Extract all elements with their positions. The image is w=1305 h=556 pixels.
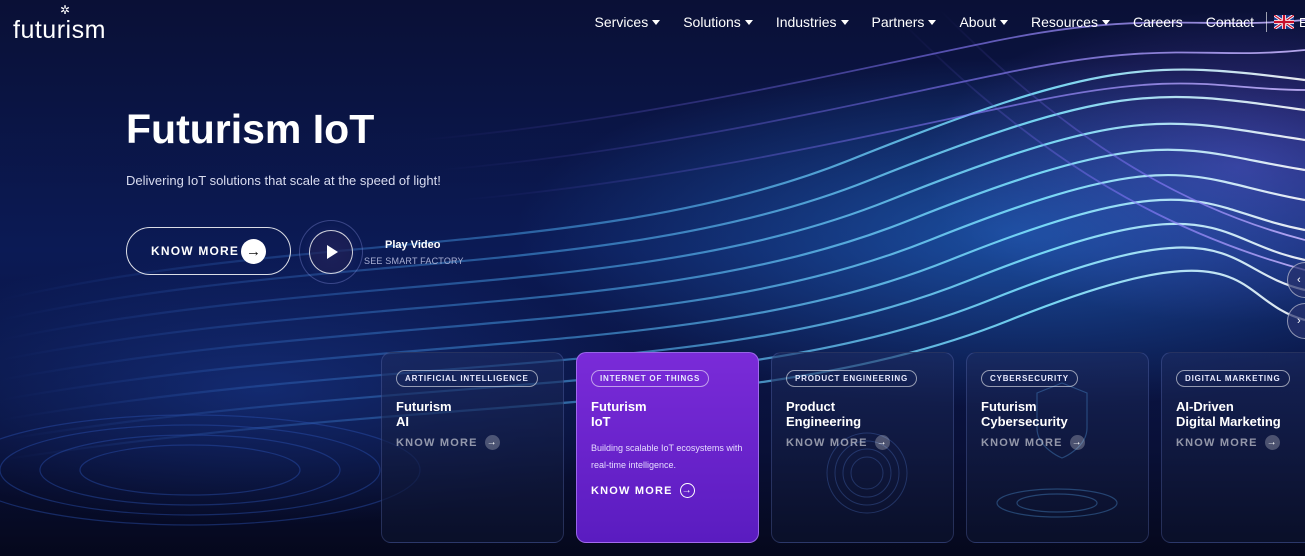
nav-label: Partners	[871, 14, 925, 30]
arrow-right-icon: →	[484, 435, 500, 450]
nav-item-about[interactable]: About	[959, 14, 1009, 30]
card-title: AI-Driven Digital Marketing	[1176, 399, 1305, 429]
chevron-left-icon: ‹	[1297, 274, 1301, 286]
card-title: Futurism Cybersecurity	[981, 399, 1141, 429]
arrow-right-icon: →	[874, 435, 890, 450]
card-tag: DIGITAL MARKETING	[1176, 370, 1290, 387]
know-more-button[interactable]: KNOW MORE →	[126, 227, 291, 275]
card-description: Building scalable IoT ecosystems with re…	[591, 443, 743, 470]
card-cybersecurity[interactable]: CYBERSECURITY Futurism Cybersecurity KNO…	[966, 352, 1149, 543]
card-know-more-link[interactable]: KNOW MORE →	[396, 435, 500, 450]
card-know-more-label: KNOW MORE	[786, 436, 868, 449]
nav-label: About	[959, 14, 997, 30]
card-title-line: Cybersecurity	[981, 414, 1068, 429]
card-product-engineering[interactable]: PRODUCT ENGINEERING Product Engineering …	[771, 352, 954, 543]
card-tag: INTERNET OF THINGS	[591, 370, 710, 387]
nav-item-services[interactable]: Services	[595, 14, 661, 30]
play-video-control	[299, 220, 363, 284]
nav-label: Contact	[1205, 14, 1254, 30]
play-video-subtitle: SEE SMART FACTORY	[364, 256, 464, 266]
card-know-more-link[interactable]: KNOW MORE →	[591, 483, 695, 498]
card-tag: PRODUCT ENGINEERING	[786, 370, 917, 387]
card-digital-marketing[interactable]: DIGITAL MARKETING AI-Driven Digital Mark…	[1161, 352, 1305, 543]
nav-item-resources[interactable]: Resources	[1031, 14, 1110, 30]
card-title-line: IoT	[591, 414, 611, 429]
nav-item-contact[interactable]: Contact	[1206, 14, 1254, 30]
card-title: Futurism IoT	[591, 399, 751, 429]
language-selector[interactable]: EN	[1274, 15, 1305, 30]
card-know-more-link[interactable]: KNOW MORE →	[981, 435, 1085, 450]
caret-down-icon	[928, 20, 937, 25]
language-code: EN	[1299, 14, 1305, 30]
caret-down-icon	[744, 20, 753, 25]
play-icon	[327, 245, 338, 259]
arrow-right-icon: →	[1069, 435, 1085, 450]
arrow-right-icon: →	[241, 239, 266, 264]
card-title: Futurism AI	[396, 399, 556, 429]
card-title-line: Futurism	[396, 399, 452, 414]
card-tag: ARTIFICIAL INTELLIGENCE	[396, 370, 538, 387]
caret-down-icon	[840, 20, 849, 25]
card-title-line: Product	[786, 399, 836, 414]
nav-item-partners[interactable]: Partners	[872, 14, 937, 30]
know-more-label: KNOW MORE	[151, 244, 240, 258]
nav-label: Careers	[1132, 14, 1183, 30]
card-know-more-link[interactable]: KNOW MORE →	[786, 435, 890, 450]
nav-item-industries[interactable]: Industries	[776, 14, 849, 30]
caret-down-icon	[652, 20, 661, 25]
card-know-more-label: KNOW MORE	[981, 436, 1063, 449]
logo-wordmark: futurism	[13, 16, 106, 44]
nav-divider	[1266, 12, 1267, 32]
card-title-line: AI	[396, 414, 409, 429]
hero-subtitle: Delivering IoT solutions that scale at t…	[126, 173, 441, 188]
play-video-button[interactable]	[309, 230, 353, 274]
hero-title: Futurism IoT	[126, 106, 375, 152]
nav-label: Services	[594, 14, 649, 30]
card-know-more-label: KNOW MORE	[396, 436, 478, 449]
card-title: Product Engineering	[786, 399, 946, 429]
card-title-line: Futurism	[591, 399, 647, 414]
nav-item-careers[interactable]: Careers	[1133, 14, 1183, 30]
chevron-right-icon: ›	[1297, 315, 1301, 327]
card-know-more-label: KNOW MORE	[1176, 436, 1258, 449]
nav-item-solutions[interactable]: Solutions	[683, 14, 753, 30]
nav-label: Resources	[1031, 14, 1098, 30]
card-title-line: Futurism	[981, 399, 1037, 414]
card-title-line: AI-Driven	[1176, 399, 1234, 414]
logo-star-icon: ✲	[60, 3, 71, 17]
caret-down-icon	[1000, 20, 1009, 25]
arrow-right-icon: →	[1264, 435, 1280, 450]
card-title-line: Digital Marketing	[1176, 414, 1281, 429]
card-know-more-label: KNOW MORE	[591, 484, 673, 497]
play-video-title[interactable]: Play Video	[385, 239, 440, 251]
card-know-more-link[interactable]: KNOW MORE →	[1176, 435, 1280, 450]
arrow-right-icon: →	[679, 483, 695, 498]
uk-flag-icon	[1274, 15, 1294, 29]
card-artificial-intelligence[interactable]: ARTIFICIAL INTELLIGENCE Futurism AI KNOW…	[381, 352, 564, 543]
main-nav: Services Solutions Industries Partners A…	[572, 11, 1305, 33]
futurism-logo[interactable]: ✲ futurism	[13, 4, 109, 44]
card-internet-of-things[interactable]: INTERNET OF THINGS Futurism IoT Building…	[576, 352, 759, 543]
card-tag: CYBERSECURITY	[981, 370, 1078, 387]
card-title-line: Engineering	[786, 414, 862, 429]
caret-down-icon	[1101, 20, 1110, 25]
nav-label: Industries	[775, 14, 837, 30]
nav-label: Solutions	[683, 14, 741, 30]
